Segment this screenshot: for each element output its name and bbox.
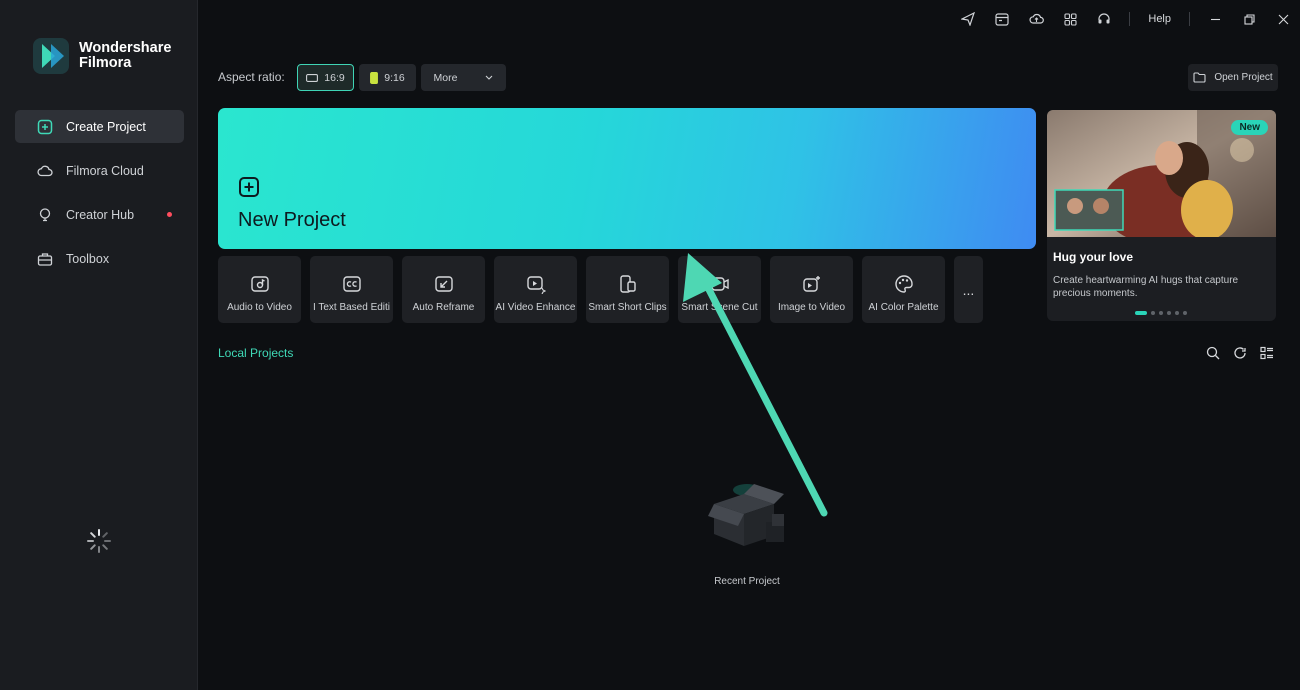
close-button[interactable] <box>1266 0 1300 38</box>
landscape-icon <box>306 73 319 82</box>
app-logo: Wondershare Filmora <box>31 36 171 76</box>
more-ratios-dropdown[interactable]: More <box>421 64 506 91</box>
ratio-9-16-button[interactable]: 9:16 <box>359 64 416 91</box>
tool-label: Smart Short Clips <box>588 302 667 313</box>
bulb-icon <box>37 207 53 223</box>
brand-line2: Filmora <box>79 55 132 71</box>
carousel-dot[interactable] <box>1135 311 1147 315</box>
headset-icon[interactable] <box>1087 0 1121 38</box>
sidebar-item-creator-hub[interactable]: Creator Hub <box>15 198 184 231</box>
scene-cut-icon <box>710 277 729 291</box>
sidebar-item-filmora-cloud[interactable]: Filmora Cloud <box>15 154 184 187</box>
tool-label: AI Color Palette <box>868 302 939 313</box>
image-to-video-icon <box>802 276 820 292</box>
plus-square-icon <box>239 177 259 197</box>
tool-auto-reframe[interactable]: Auto Reframe <box>402 256 485 323</box>
tool-ai-color-palette[interactable]: AI Color Palette <box>862 256 945 323</box>
notification-dot <box>167 212 172 217</box>
carousel-dot[interactable] <box>1159 311 1163 315</box>
sidebar-item-toolbox[interactable]: Toolbox <box>15 242 184 275</box>
tool-label: Smart Scene Cut <box>681 302 758 313</box>
search-icon[interactable] <box>1204 344 1222 362</box>
send-icon[interactable] <box>951 0 985 38</box>
ratio-label: 9:16 <box>384 71 405 84</box>
tool-label: Image to Video <box>777 302 846 313</box>
open-project-label: Open Project <box>1214 72 1273 83</box>
tool-label: Auto Reframe <box>412 302 475 313</box>
new-badge: New <box>1231 120 1268 135</box>
tool-ai-video-enhance[interactable]: AI Video Enhance <box>494 256 577 323</box>
plus-square-icon <box>37 119 53 135</box>
local-projects-toolbar <box>1204 344 1276 362</box>
empty-box-icon <box>708 484 784 546</box>
local-projects-title: Local Projects <box>218 346 294 360</box>
restore-button[interactable] <box>1232 0 1266 38</box>
promo-description: Create heartwarming AI hugs that capture… <box>1053 275 1239 298</box>
carousel-dots <box>1135 311 1187 315</box>
title-bar: Help <box>951 0 1300 38</box>
divider <box>1129 12 1131 26</box>
more-label: More <box>433 71 458 84</box>
portrait-icon <box>370 71 379 84</box>
recent-project-label: Recent Project <box>714 576 780 587</box>
brand-line1: Wondershare <box>79 40 172 56</box>
promo-title: Hug your love <box>1053 250 1134 264</box>
cc-icon <box>342 276 361 292</box>
sidebar-item-create-project[interactable]: Create Project <box>15 110 184 143</box>
ratio-label: 16:9 <box>324 71 345 84</box>
refresh-icon[interactable] <box>1231 344 1249 362</box>
brand-name: Wondershare Filmora <box>79 41 171 71</box>
loading-spinner-icon <box>87 529 111 553</box>
enhance-icon <box>526 276 546 294</box>
aspect-ratio-label: Aspect ratio: <box>218 70 285 84</box>
tool-audio-to-video[interactable]: Audio to Video <box>218 256 301 323</box>
divider <box>1189 12 1190 26</box>
carousel-dot[interactable] <box>1151 311 1155 315</box>
audio-to-video-icon <box>250 276 269 292</box>
toolbox-icon <box>37 251 53 267</box>
sidebar-nav: Create Project Filmora Cloud Creator Hub… <box>15 110 184 286</box>
ratio-16-9-button[interactable]: 16:9 <box>297 64 354 91</box>
tool-text-based-editing[interactable]: I Text Based Editi <box>310 256 393 323</box>
tool-image-to-video[interactable]: Image to Video <box>770 256 853 323</box>
cloud-upload-icon[interactable] <box>1019 0 1053 38</box>
more-tools-button[interactable]: ... <box>954 256 983 323</box>
sidebar-item-label: Create Project <box>66 119 146 134</box>
grid-icon[interactable] <box>1053 0 1087 38</box>
tool-label: I Text Based Editi <box>312 302 391 313</box>
minimize-button[interactable] <box>1198 0 1232 38</box>
calendar-icon[interactable] <box>985 0 1019 38</box>
tool-label: Audio to Video <box>227 302 292 313</box>
tool-smart-scene-cut[interactable]: Smart Scene Cut <box>678 256 761 323</box>
tool-label: AI Video Enhance <box>495 302 576 313</box>
filmora-logo-icon <box>33 38 69 74</box>
open-project-button[interactable]: Open Project <box>1188 64 1278 91</box>
new-project-button[interactable]: New Project <box>218 108 1036 249</box>
promo-card[interactable]: New Hug your love Create heartwarming AI… <box>1047 110 1276 321</box>
sidebar-item-label: Creator Hub <box>66 207 135 222</box>
carousel-dot[interactable] <box>1175 311 1179 315</box>
new-project-label: New Project <box>238 209 346 231</box>
cloud-icon <box>37 163 53 179</box>
help-menu[interactable]: Help <box>1138 13 1181 25</box>
palette-icon <box>894 275 913 293</box>
quick-tools: Audio to Video I Text Based Editi Auto R… <box>218 256 983 323</box>
sidebar: Wondershare Filmora Create Project Filmo… <box>0 0 198 690</box>
carousel-dot[interactable] <box>1167 311 1171 315</box>
short-clips-icon <box>619 275 636 293</box>
tool-smart-short-clips[interactable]: Smart Short Clips <box>586 256 669 323</box>
carousel-dot[interactable] <box>1183 311 1187 315</box>
folder-icon <box>1193 72 1206 83</box>
reframe-icon <box>434 276 453 292</box>
sidebar-item-label: Filmora Cloud <box>66 163 144 178</box>
chevron-down-icon <box>486 75 493 80</box>
list-view-icon[interactable] <box>1258 344 1276 362</box>
sidebar-item-label: Toolbox <box>66 251 110 266</box>
